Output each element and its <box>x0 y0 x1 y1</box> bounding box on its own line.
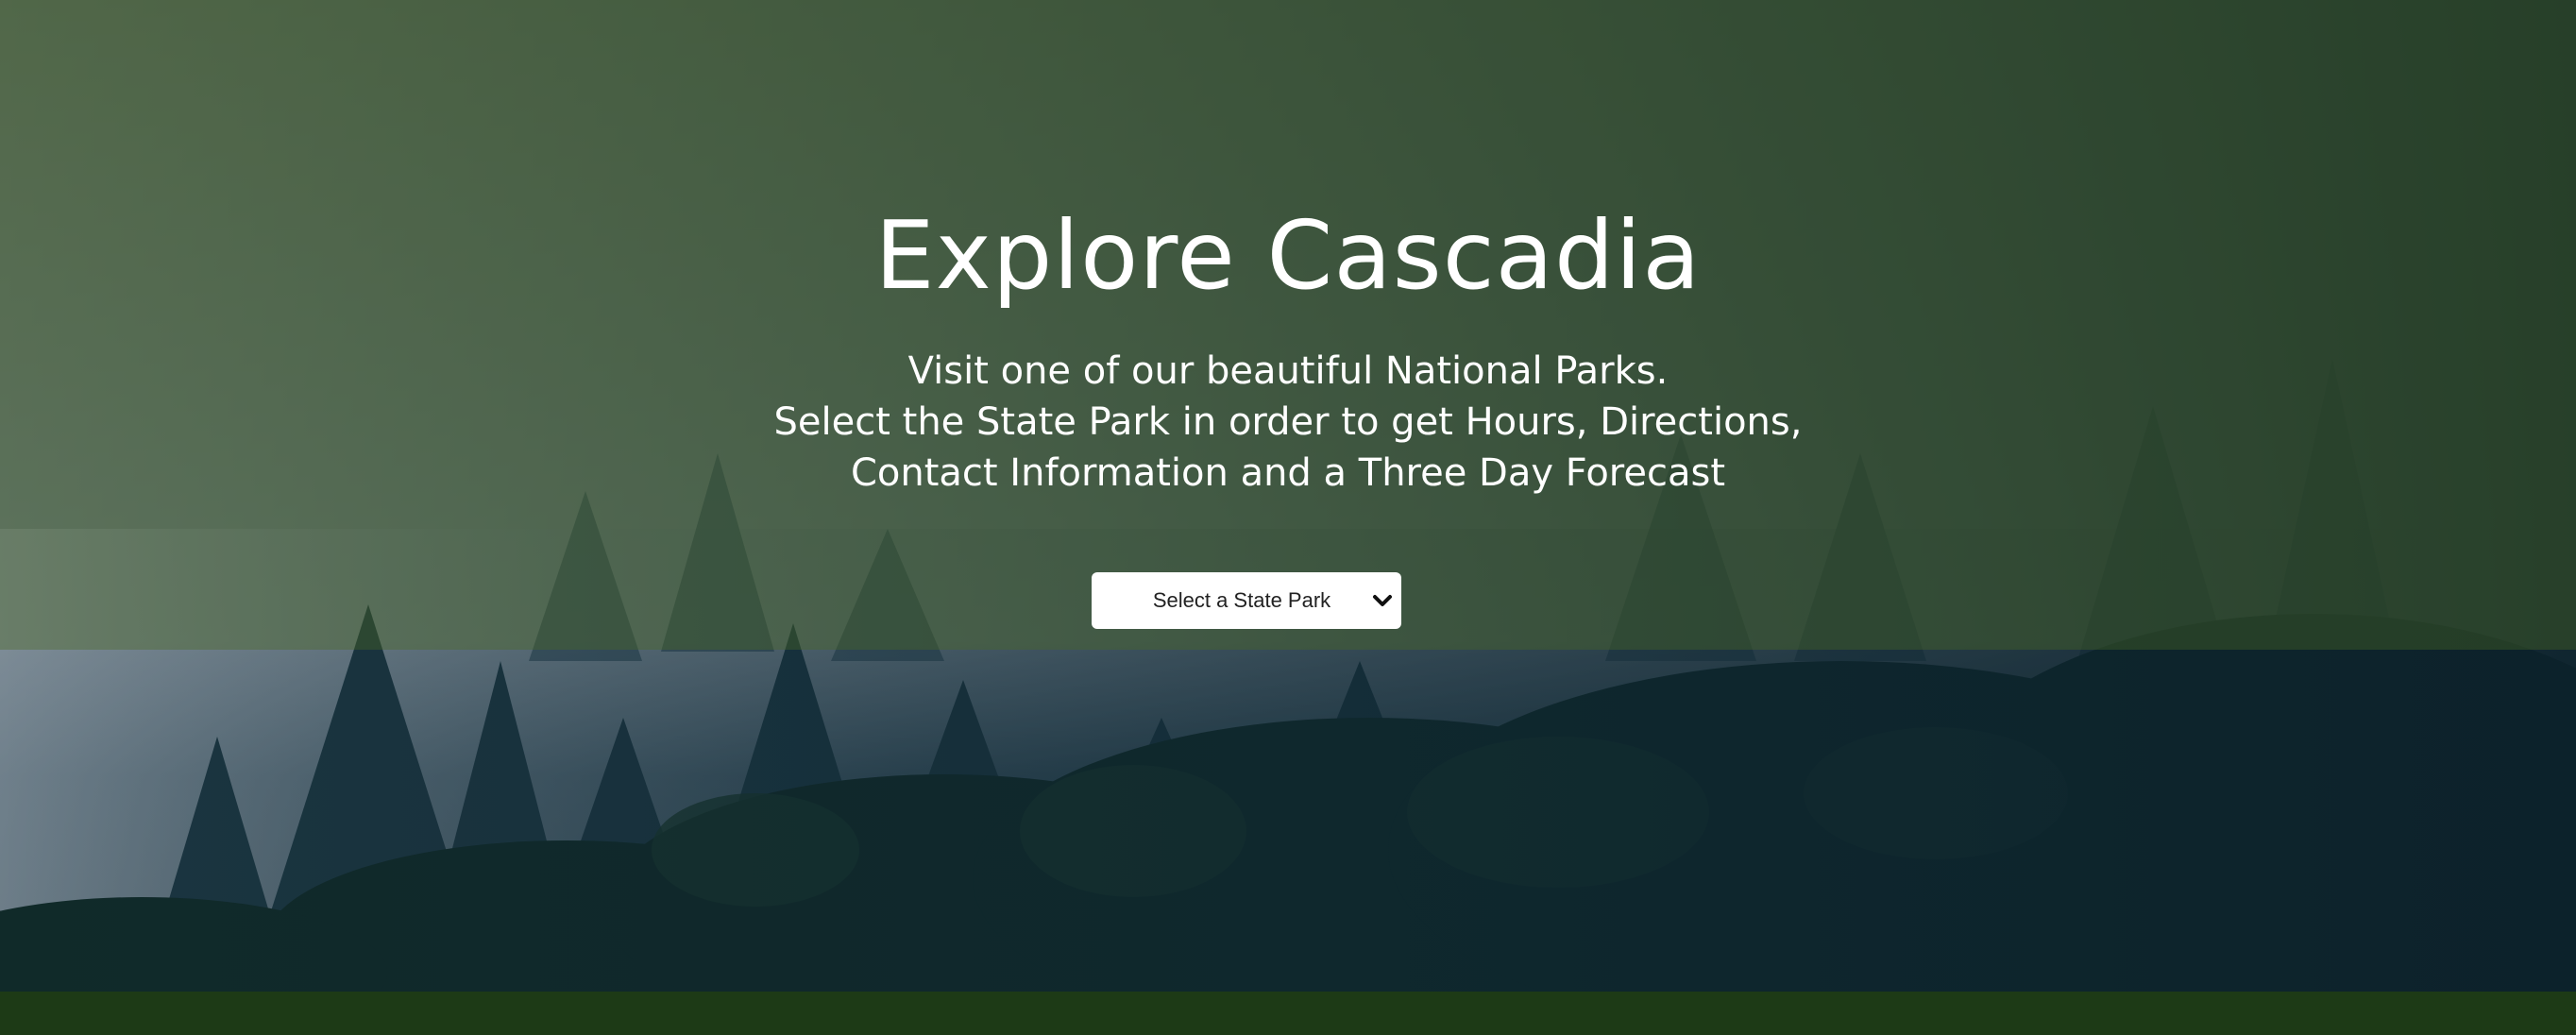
state-park-select-value: Select a State Park <box>1152 588 1331 612</box>
hero-subtitle: Visit one of our beautiful National Park… <box>721 346 1855 499</box>
hero-subtitle-line: Select the State Park in order to get Ho… <box>773 400 1803 444</box>
state-park-select[interactable]: Select a State Park <box>1092 572 1401 629</box>
hero-section: Explore Cascadia Visit one of our beauti… <box>0 0 2576 650</box>
chevron-down-icon <box>1364 572 1401 629</box>
hero-subtitle-line: Visit one of our beautiful National Park… <box>907 349 1669 393</box>
page: Explore Cascadia Visit one of our beauti… <box>0 0 2576 1035</box>
hero-subtitle-line: Contact Information and a Three Day Fore… <box>850 451 1726 495</box>
footer-bar <box>0 992 2576 1035</box>
hero-title: Explore Cascadia <box>874 200 1702 311</box>
